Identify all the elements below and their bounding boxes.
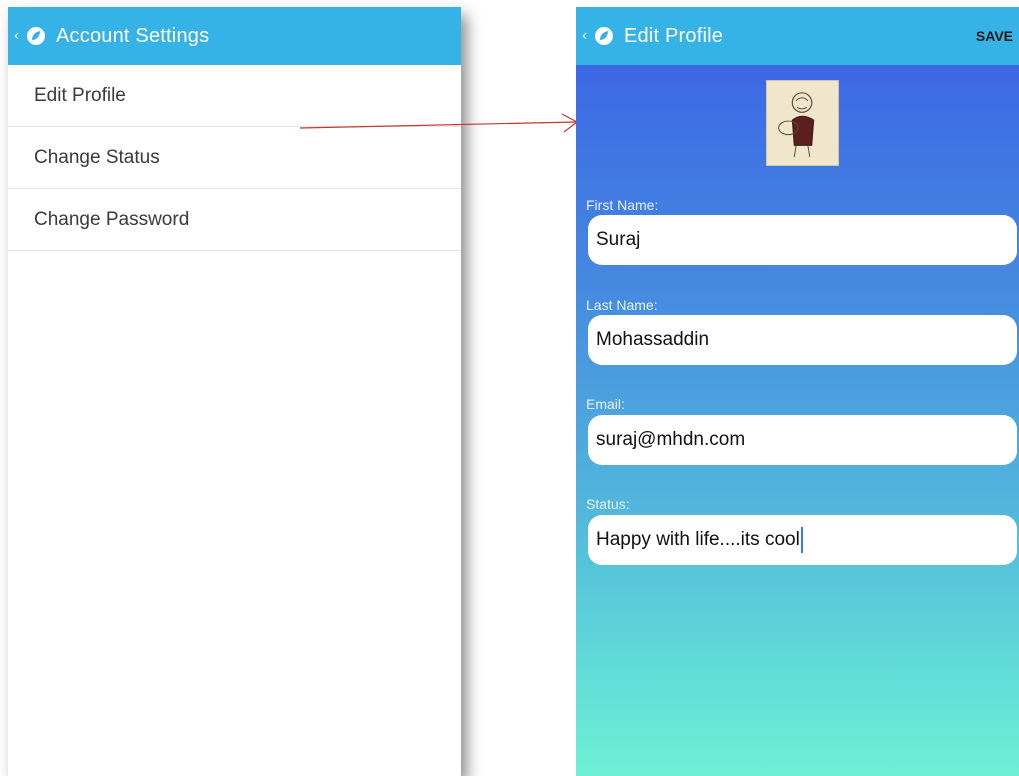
status-input[interactable]: Happy with life....its cool [588,515,1017,565]
last-name-label: Last Name: [586,297,658,313]
back-chevron-icon[interactable]: ‹ [14,27,24,45]
avatar[interactable] [766,80,839,166]
back-chevron-icon[interactable]: ‹ [582,27,592,45]
email-label: Email: [586,396,625,412]
profile-sketch-image [767,81,838,165]
settings-item-change-password[interactable]: Change Password [8,189,461,251]
page-title: Edit Profile [624,24,724,47]
email-input[interactable]: suraj@mhdn.com [588,415,1017,465]
status-text: Happy with life....its cool [596,529,800,550]
settings-list: Edit Profile Change Status Change Passwo… [8,65,461,251]
leaf-icon[interactable] [26,26,46,46]
last-name-input[interactable]: Mohassaddin [588,315,1017,365]
edit-profile-appbar: ‹ Edit Profile SAVE [576,7,1019,65]
text-cursor [800,527,803,553]
status-label: Status: [586,496,630,512]
leaf-icon[interactable] [594,26,614,46]
page-title: Account Settings [56,24,210,47]
save-button[interactable]: SAVE [976,7,1013,65]
account-settings-appbar: ‹ Account Settings [8,7,461,65]
edit-profile-screen: ‹ Edit Profile SAVE First Name: Suraj La… [576,7,1019,776]
navigation-arrow [299,113,579,133]
first-name-label: First Name: [586,197,659,213]
first-name-input[interactable]: Suraj [588,215,1017,265]
